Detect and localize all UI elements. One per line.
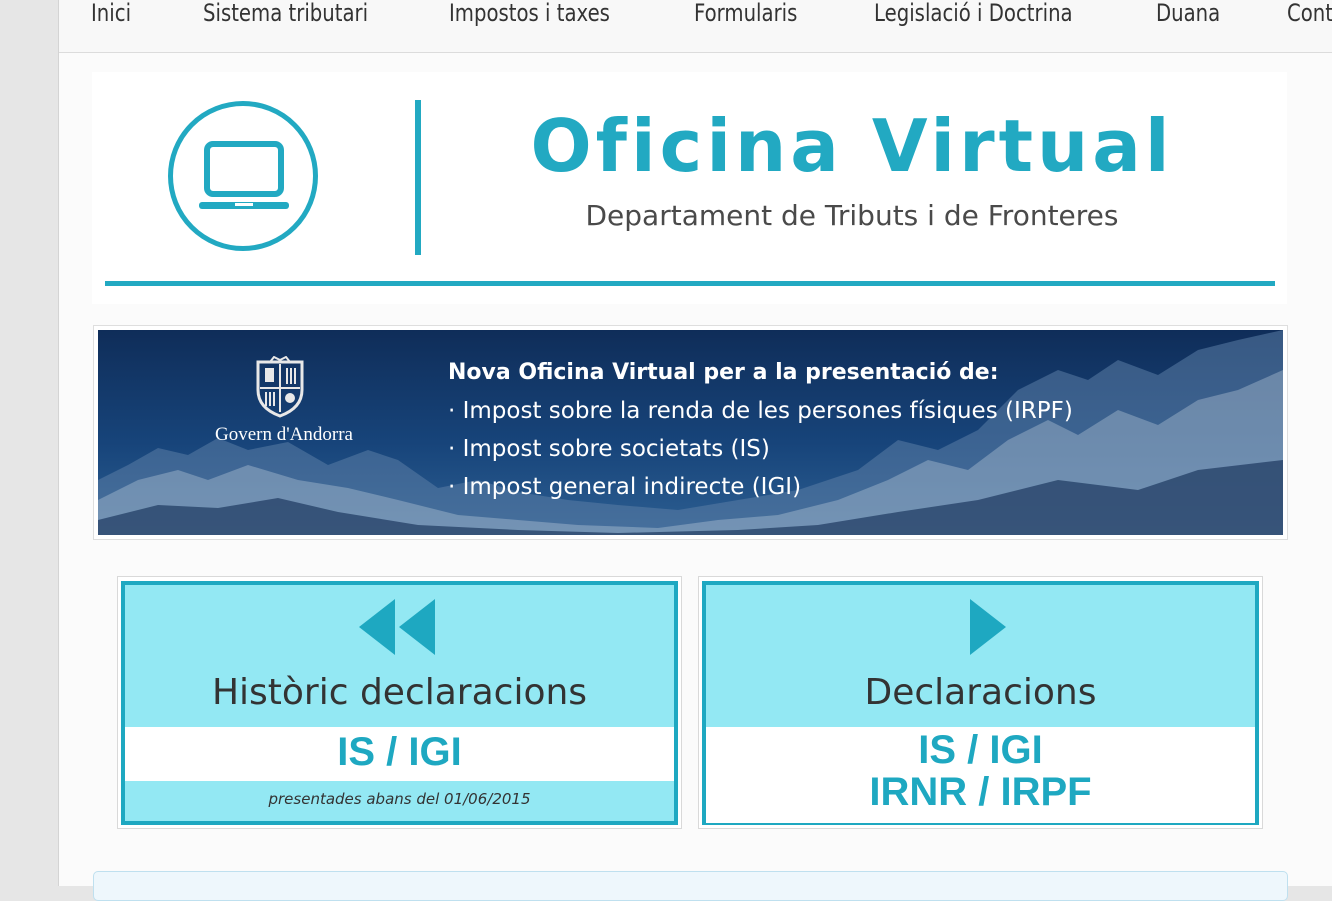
page-container: Inici Sistema tributari Impostos i taxes…	[58, 0, 1332, 901]
header-divider	[415, 100, 421, 255]
laptop-icon	[168, 101, 318, 251]
declarations-code-line1: IS / IGI	[918, 728, 1043, 772]
historic-note: presentades abans del 01/06/2015	[268, 790, 531, 808]
historic-declarations-panel: Històric declaracions IS / IGI presentad…	[121, 581, 678, 825]
page-title: Oficina Virtual	[530, 104, 1174, 188]
historic-code-band: IS / IGI	[125, 727, 674, 781]
historic-declarations-tile[interactable]: Històric declaracions IS / IGI presentad…	[117, 576, 682, 829]
info-box	[93, 871, 1288, 901]
banner-heading: Nova Oficina Virtual per a la presentaci…	[448, 360, 999, 385]
nav-item-impostos-i-taxes[interactable]: Impostos i taxes	[449, 0, 610, 26]
header-underline	[105, 281, 1275, 286]
declarations-tile[interactable]: Declaracions IS / IGI IRNR / IRPF	[698, 576, 1263, 829]
declarations-code-line2: IRNR / IRPF	[869, 770, 1092, 814]
banner-text: Nova Oficina Virtual per a la presentaci…	[448, 354, 1073, 506]
banner-item-is: · Impost sobre societats (IS)	[448, 436, 770, 462]
banner-item-irpf: · Impost sobre la renda de les persones …	[448, 398, 1073, 424]
declarations-code-band: IS / IGI IRNR / IRPF	[706, 727, 1255, 823]
header-panel: Oficina Virtual Departament de Tributs i…	[92, 72, 1287, 304]
nav-item-contacte[interactable]: Cont	[1287, 0, 1332, 26]
play-icon	[970, 599, 1006, 655]
nav-item-sistema-tributari[interactable]: Sistema tributari	[203, 0, 368, 26]
historic-code-label: IS / IGI	[337, 730, 462, 774]
nav-item-legislacio-i-doctrina[interactable]: Legislació i Doctrina	[874, 0, 1073, 26]
banner-item-igi: · Impost general indirecte (IGI)	[448, 474, 802, 500]
andorra-crest-icon	[256, 356, 304, 418]
declarations-title: Declaracions	[864, 672, 1097, 713]
govern-andorra-logo: Govern d'Andorra	[215, 424, 353, 445]
nav-item-duana[interactable]: Duana	[1156, 0, 1220, 26]
nav-item-inici[interactable]: Inici	[91, 0, 131, 26]
banner-image: Govern d'Andorra Nova Oficina Virtual pe…	[98, 330, 1283, 535]
top-navigation: Inici Sistema tributari Impostos i taxes…	[59, 0, 1332, 53]
rewind-icon	[359, 599, 435, 655]
nav-item-formularis[interactable]: Formularis	[694, 0, 797, 26]
declarations-panel: Declaracions IS / IGI IRNR / IRPF	[702, 581, 1259, 825]
historic-declarations-title: Històric declaracions	[211, 672, 588, 713]
page-subtitle: Departament de Tributs i de Fronteres	[585, 199, 1119, 232]
announcement-banner[interactable]: Govern d'Andorra Nova Oficina Virtual pe…	[93, 325, 1288, 540]
